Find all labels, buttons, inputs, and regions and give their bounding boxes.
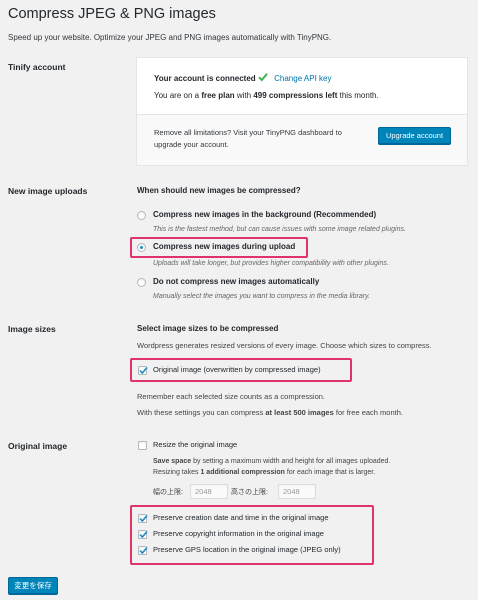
option-no-compress-label[interactable]: Do not compress new images automatically bbox=[153, 277, 319, 286]
option-during-upload-label[interactable]: Compress new images during upload bbox=[153, 242, 295, 251]
max-height-label: 高さの上限: bbox=[231, 489, 268, 496]
original-image-option-label[interactable]: Original image (overwritten by compresse… bbox=[153, 365, 321, 374]
image-sizes-heading: Select image sizes to be compressed bbox=[137, 324, 279, 333]
upgrade-account-button[interactable]: Upgrade account bbox=[378, 127, 451, 144]
checkbox-preserve-gps[interactable] bbox=[138, 546, 148, 555]
image-sizes-label: Image sizes bbox=[8, 324, 56, 334]
checkbox-original-image[interactable] bbox=[138, 366, 148, 375]
account-box: Your account is connected Change API key… bbox=[136, 57, 468, 166]
plan-info: You are on a free plan with 499 compress… bbox=[154, 91, 379, 100]
checkmark-icon bbox=[139, 366, 148, 375]
checkbox-preserve-copyright[interactable] bbox=[138, 530, 148, 539]
save-changes-button[interactable]: 変更を保存 bbox=[8, 577, 58, 594]
upgrade-panel: Remove all limitations? Visit your TinyP… bbox=[137, 115, 467, 165]
tinify-account-label: Tinify account bbox=[8, 62, 66, 72]
uploads-question: When should new images be compressed? bbox=[137, 186, 301, 195]
radio-no-compress[interactable] bbox=[137, 278, 146, 287]
change-api-key-link[interactable]: Change API key bbox=[274, 74, 331, 83]
account-status-line: Your account is connected Change API key bbox=[154, 72, 332, 83]
page-title: Compress JPEG & PNG images bbox=[8, 6, 216, 22]
checkmark-icon bbox=[139, 530, 148, 539]
page-subtitle: Speed up your website. Optimize your JPE… bbox=[8, 33, 332, 42]
option-background-hint: This is the fastest method, but can caus… bbox=[153, 226, 406, 233]
resize-cost-text: Resizing takes 1 additional compression … bbox=[153, 469, 376, 476]
option-during-upload-hint: Uploads will take longer, but provides h… bbox=[153, 260, 389, 267]
checkmark-icon bbox=[139, 546, 148, 555]
checkbox-resize-original[interactable] bbox=[138, 441, 147, 450]
max-width-input[interactable]: 2048 bbox=[190, 484, 228, 499]
radio-during-upload[interactable] bbox=[137, 243, 146, 252]
new-uploads-label: New image uploads bbox=[8, 186, 88, 196]
size-compression-note: Remember each selected size counts as a … bbox=[137, 392, 326, 401]
option-no-compress-hint: Manually select the images you want to c… bbox=[153, 293, 370, 300]
remove-limits-text: Remove all limitations? Visit your TinyP… bbox=[154, 128, 342, 149]
image-sizes-description: Wordpress generates resized versions of … bbox=[137, 341, 432, 350]
save-space-text: Save space by setting a maximum width an… bbox=[153, 458, 391, 465]
resize-original-label[interactable]: Resize the original image bbox=[153, 440, 237, 449]
option-background-label[interactable]: Compress new images in the background (R… bbox=[153, 210, 376, 219]
checkbox-preserve-date[interactable] bbox=[138, 514, 148, 523]
monthly-compression-note: With these settings you can compress at … bbox=[137, 408, 403, 417]
radio-background[interactable] bbox=[137, 211, 146, 220]
preserve-copyright-label[interactable]: Preserve copyright information in the or… bbox=[153, 529, 324, 538]
original-image-label: Original image bbox=[8, 441, 68, 451]
account-connected-text: Your account is connected bbox=[154, 74, 256, 83]
max-height-input[interactable]: 2048 bbox=[278, 484, 316, 499]
checkmark-icon bbox=[258, 72, 268, 82]
preserve-date-label[interactable]: Preserve creation date and time in the o… bbox=[153, 513, 329, 522]
checkmark-icon bbox=[139, 514, 148, 523]
preserve-gps-label[interactable]: Preserve GPS location in the original im… bbox=[153, 545, 341, 554]
max-width-label: 幅の上限: bbox=[153, 489, 183, 496]
